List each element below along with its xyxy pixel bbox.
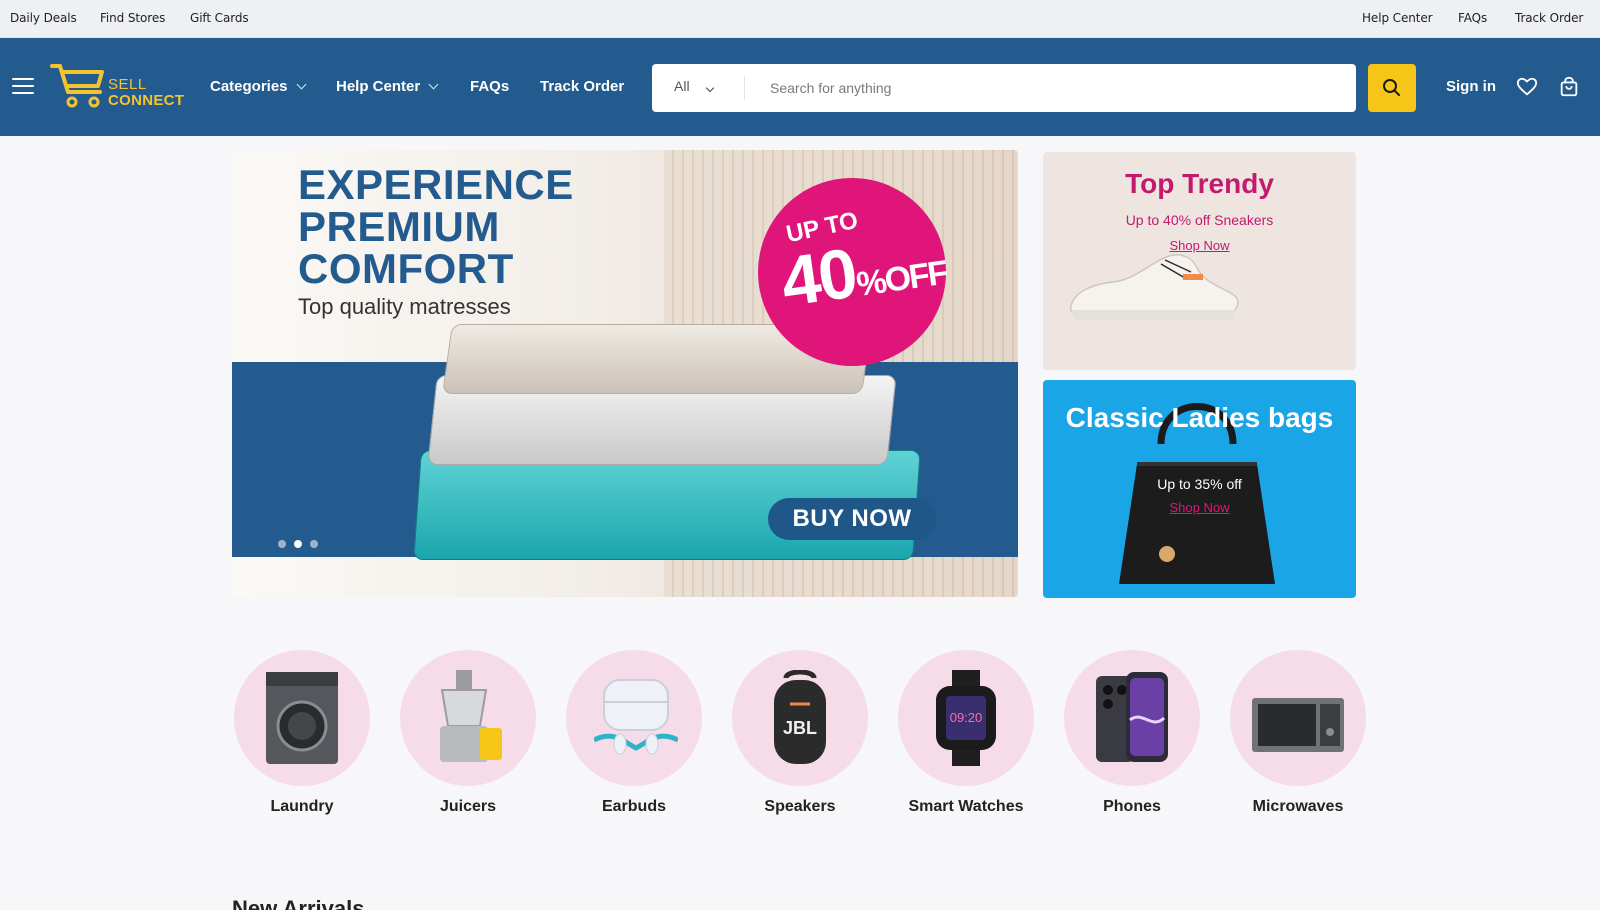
- discount-badge-off: OFF: [882, 253, 949, 300]
- wishlist-heart-icon[interactable]: [1516, 76, 1538, 98]
- carousel-dot-3[interactable]: [310, 540, 318, 548]
- cart-logo-icon: [50, 64, 104, 108]
- bags-banner-subtitle: Up to 35% off: [1157, 476, 1242, 492]
- ladies-bags-banner[interactable]: Classic Ladies bags Up to 35% off Shop N…: [1043, 380, 1356, 598]
- shopping-bag-icon[interactable]: [1558, 76, 1580, 98]
- category-juicers[interactable]: Juicers: [398, 650, 538, 825]
- category-speakers[interactable]: JBL Speakers: [730, 650, 870, 825]
- main-header: SELL CONNECT Categories Help Center FAQs…: [0, 38, 1600, 136]
- nav-faqs-label: FAQs: [470, 78, 510, 95]
- utility-bar: Daily Deals Find Stores Gift Cards Help …: [0, 0, 1600, 38]
- category-laundry-circle: [234, 650, 370, 786]
- new-arrivals-heading: New Arrivals: [232, 896, 365, 910]
- smart-watch-icon: 09:20: [936, 670, 996, 766]
- category-earbuds[interactable]: Earbuds: [564, 650, 704, 825]
- category-speakers-circle: JBL: [732, 650, 868, 786]
- bags-shop-now-link[interactable]: Shop Now: [1043, 500, 1356, 515]
- hero-banner[interactable]: EXPERIENCE PREMIUM COMFORT Top quality m…: [232, 150, 1018, 597]
- nav-help-center[interactable]: Help Center: [336, 78, 439, 95]
- menu-icon[interactable]: [12, 78, 34, 94]
- util-faqs-link[interactable]: FAQs: [1458, 11, 1487, 25]
- carousel-dot-2[interactable]: [294, 540, 302, 548]
- search-category-value: All: [674, 78, 690, 94]
- category-microwaves-circle: [1230, 650, 1366, 786]
- carousel-dots: [278, 540, 318, 548]
- nav-faqs[interactable]: FAQs: [470, 78, 509, 95]
- sneaker-image: [1069, 254, 1239, 320]
- nav-track-order-label: Track Order: [540, 78, 625, 95]
- search-category-select[interactable]: All: [674, 78, 715, 94]
- sneakers-banner-title: Top Trendy: [1125, 168, 1274, 199]
- category-laundry-label: Laundry: [270, 798, 334, 815]
- hero-headline: EXPERIENCE PREMIUM COMFORT: [298, 164, 574, 290]
- nav-categories[interactable]: Categories: [210, 78, 306, 95]
- washing-machine-icon: [266, 672, 338, 764]
- microwave-icon: [1252, 698, 1344, 752]
- nav-help-center-label: Help Center: [336, 78, 421, 95]
- search-divider: [744, 76, 745, 100]
- util-track-order-link[interactable]: Track Order: [1515, 11, 1583, 25]
- search-button[interactable]: [1368, 64, 1416, 112]
- buy-now-button[interactable]: BUY NOW: [768, 498, 936, 540]
- nav-categories-label: Categories: [210, 78, 288, 95]
- hero-headline-line-2: PREMIUM: [298, 203, 500, 250]
- earbuds-icon: [594, 679, 678, 755]
- sneakers-banner-subtitle: Up to 40% off Sneakers: [1125, 212, 1274, 228]
- find-stores-link[interactable]: Find Stores: [100, 11, 165, 25]
- carousel-dot-1[interactable]: [278, 540, 286, 548]
- search-icon: [1383, 79, 1400, 96]
- nav-track-order[interactable]: Track Order: [540, 78, 624, 95]
- category-microwaves[interactable]: Microwaves: [1228, 650, 1368, 825]
- category-speakers-label: Speakers: [764, 798, 836, 815]
- util-help-center-link[interactable]: Help Center: [1362, 11, 1433, 25]
- hero-subtitle: Top quality matresses: [298, 294, 511, 319]
- speaker-icon: JBL: [774, 670, 826, 764]
- discount-badge: UP TO 40%OFF: [758, 178, 949, 366]
- category-smart-watches[interactable]: 09:20 Smart Watches: [896, 650, 1036, 825]
- category-juicers-circle: [400, 650, 536, 786]
- svg-text:09:20: 09:20: [950, 710, 983, 725]
- search-input[interactable]: [770, 76, 1330, 100]
- daily-deals-link[interactable]: Daily Deals: [10, 11, 77, 25]
- sneakers-banner[interactable]: Top Trendy Up to 40% off Sneakers Shop N…: [1043, 152, 1356, 370]
- logo-text-sell: SELL: [108, 76, 147, 93]
- chevron-down-icon: [296, 79, 306, 90]
- category-microwaves-label: Microwaves: [1252, 798, 1344, 815]
- juicer-icon: [440, 670, 502, 762]
- search-bar: All: [652, 64, 1356, 112]
- category-smart-watches-label: Smart Watches: [908, 798, 1024, 815]
- discount-badge-value: 40%OFF: [776, 225, 951, 330]
- category-juicers-label: Juicers: [439, 798, 497, 815]
- category-phones-label: Phones: [1103, 798, 1161, 815]
- category-smart-watches-circle: 09:20: [898, 650, 1034, 786]
- category-earbuds-circle: [566, 650, 702, 786]
- category-earbuds-label: Earbuds: [601, 798, 666, 815]
- bags-banner-title: Classic Ladies bags: [1065, 402, 1334, 433]
- gift-cards-link[interactable]: Gift Cards: [190, 11, 249, 25]
- svg-text:JBL: JBL: [783, 718, 817, 738]
- hero-headline-line-3: COMFORT: [298, 245, 514, 292]
- hero-headline-line-1: EXPERIENCE: [298, 161, 574, 208]
- category-phones[interactable]: Phones: [1062, 650, 1202, 825]
- chevron-down-icon: [428, 79, 439, 90]
- category-phones-circle: [1064, 650, 1200, 786]
- discount-badge-number: 40: [776, 233, 861, 322]
- site-logo[interactable]: SELL CONNECT: [50, 62, 200, 112]
- phone-icon: [1096, 672, 1168, 762]
- logo-text-connect: CONNECT: [108, 92, 185, 109]
- sign-in-link[interactable]: Sign in: [1446, 78, 1496, 95]
- chevron-down-icon: [706, 83, 715, 93]
- category-laundry[interactable]: Laundry: [232, 650, 372, 825]
